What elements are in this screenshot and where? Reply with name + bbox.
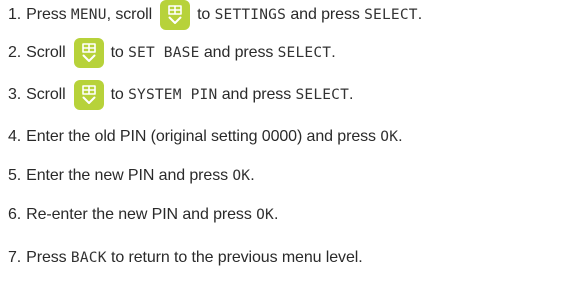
step-text: to return to the previous menu level.: [106, 249, 363, 266]
step-5: 5. Enter the new PIN and press OK.: [8, 161, 255, 191]
step-number: 2.: [8, 44, 22, 61]
step-text: Press: [26, 249, 71, 266]
phonebook-down-key-icon: [160, 0, 191, 30]
step-number: 6.: [8, 206, 22, 223]
step-2: 2. Scroll to SET BASE and press SELECT.: [8, 38, 336, 68]
step-number: 3.: [8, 86, 22, 103]
display-text: SET BASE: [128, 45, 200, 61]
display-text: OK: [232, 168, 251, 184]
step-7: 7. Press BACK to return to the previous m…: [8, 243, 363, 273]
step-text: to: [197, 6, 215, 23]
step-text: .: [349, 86, 354, 103]
step-text: Re-enter the new PIN and press: [26, 206, 257, 223]
display-text: SYSTEM PIN: [128, 87, 218, 103]
display-text: SELECT: [277, 45, 332, 61]
step-text: to: [110, 44, 129, 61]
display-text: OK: [380, 129, 399, 145]
step-text: and press: [286, 6, 365, 23]
display-text: SETTINGS: [214, 7, 287, 23]
step-1: 1. Press MENU, scroll to SETTINGS and pres…: [8, 0, 422, 30]
step-3: 3. Scroll to SYSTEM PIN and press SELECT.: [8, 80, 354, 110]
step-text: .: [273, 206, 279, 223]
step-text: .: [250, 167, 255, 184]
step-text: to: [110, 86, 129, 103]
step-text: and press: [199, 44, 278, 61]
step-text: , scroll: [106, 6, 153, 23]
step-number: 5.: [8, 167, 22, 184]
phonebook-down-key-icon: [73, 38, 104, 68]
step-text: .: [417, 6, 423, 23]
step-text: Press: [26, 6, 71, 23]
step-text: Enter the old PIN (original setting 0000…: [26, 128, 381, 145]
step-text: Enter the new PIN and press: [26, 167, 233, 184]
phonebook-down-key-icon: [73, 80, 104, 110]
step-number: 7.: [8, 249, 22, 266]
step-text: Scroll: [26, 86, 66, 103]
step-4: 4. Enter the old PIN (original setting 00…: [8, 122, 403, 152]
step-text: .: [398, 128, 403, 145]
display-text: SELECT: [295, 87, 350, 103]
step-text: and press: [217, 86, 296, 103]
display-text: MENU: [70, 7, 107, 23]
display-text: SELECT: [364, 7, 418, 23]
step-text: .: [331, 44, 336, 61]
step-number: 4.: [8, 128, 22, 145]
display-text: BACK: [70, 250, 107, 266]
step-text: Scroll: [26, 44, 66, 61]
step-6: 6. Re-enter the new PIN and press OK.: [8, 200, 278, 230]
display-text: OK: [256, 207, 274, 223]
step-number: 1.: [8, 6, 22, 23]
